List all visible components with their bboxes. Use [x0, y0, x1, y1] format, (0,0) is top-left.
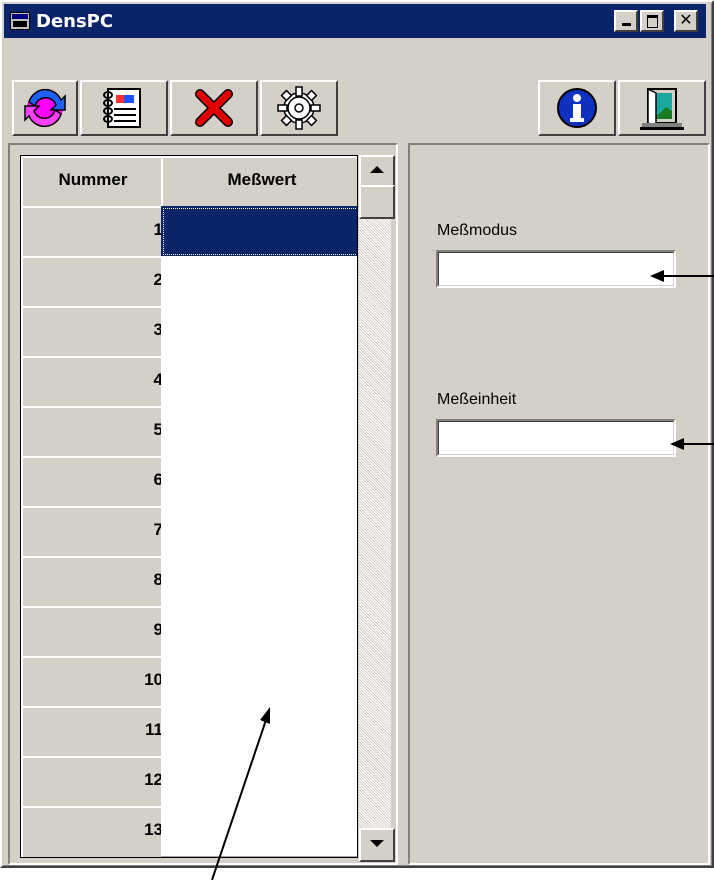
annotation-arrows	[211, 270, 714, 880]
